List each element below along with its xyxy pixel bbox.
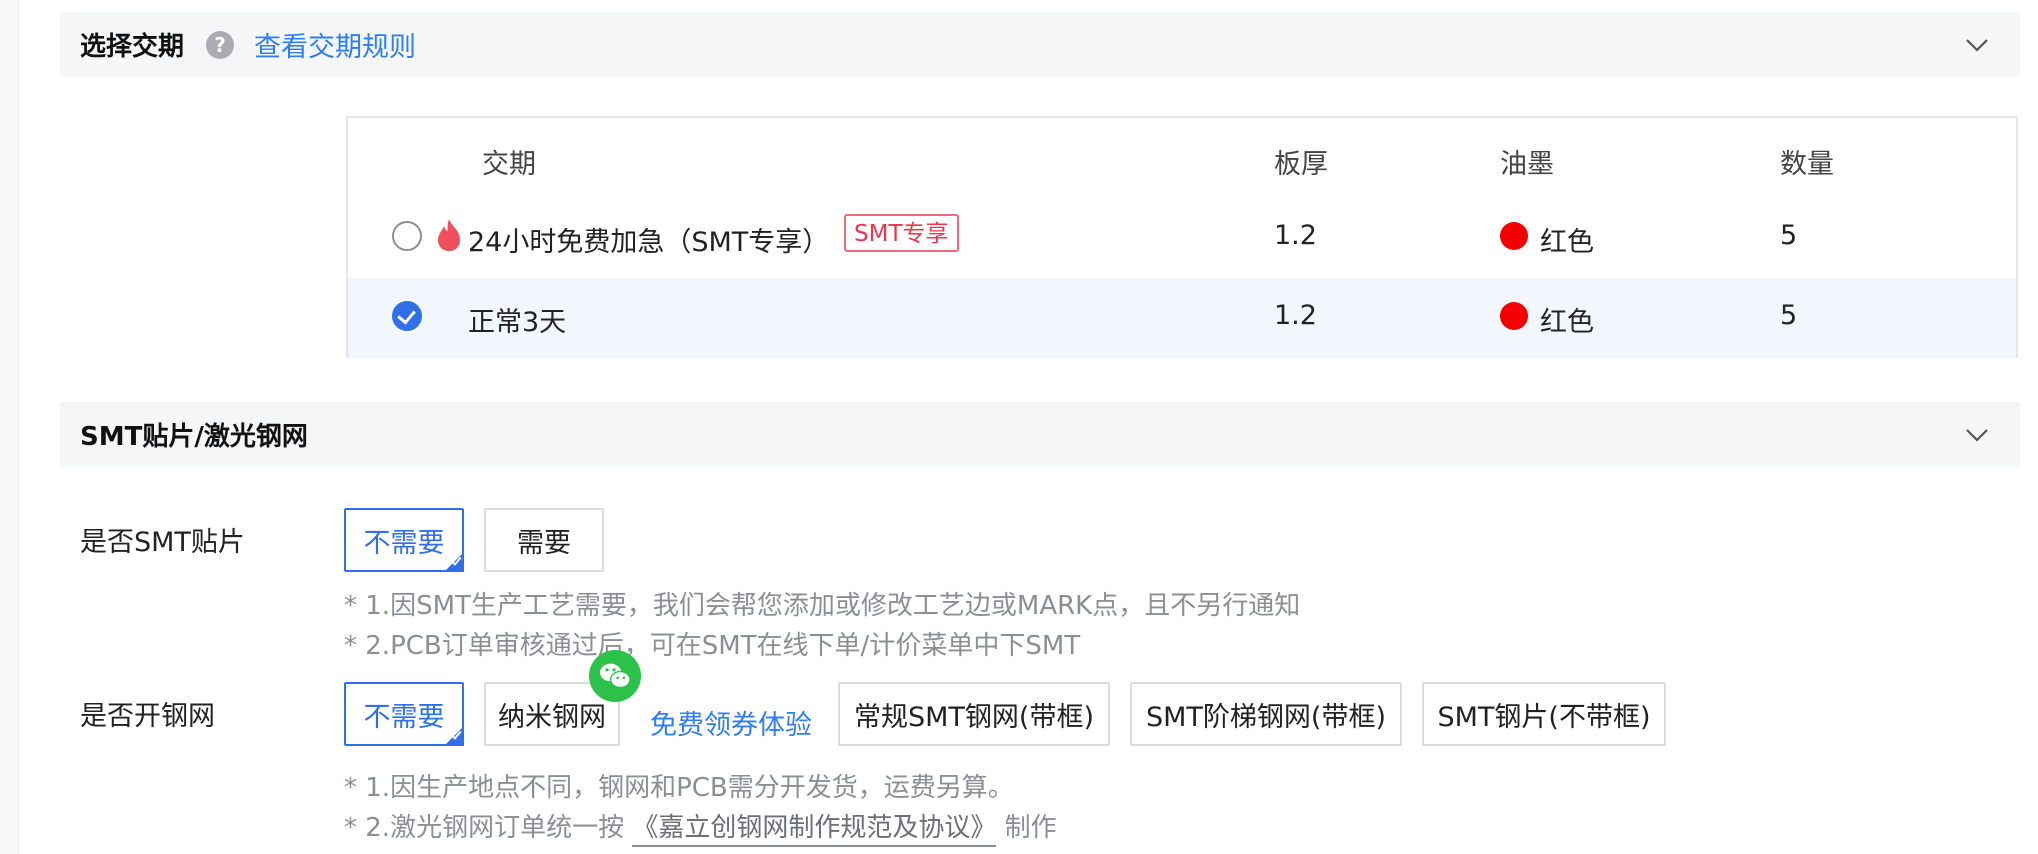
stencil-note-2-suffix: 制作 <box>1004 813 1057 843</box>
section-title: 选择交期 <box>80 32 185 62</box>
chevron-down-icon[interactable] <box>1966 34 1988 56</box>
flame-icon <box>438 219 460 251</box>
chevron-down-icon[interactable] <box>1966 424 1988 446</box>
stencil-note-1: * 1.因生产地点不同，钢网和PCB需分开发货，运费另算。 <box>344 773 1014 803</box>
stencil-note-2-prefix: * 2.激光钢网订单统一按 <box>344 813 625 843</box>
smt-option-not-needed[interactable]: 不需要 <box>344 508 464 572</box>
lead-time-row-normal[interactable]: 正常3天 1.2 红色 5 <box>348 278 2016 358</box>
stencil-note-2: * 2.激光钢网订单统一按 《嘉立创钢网制作规范及协议》 制作 <box>344 807 1057 847</box>
lead-time-row-express[interactable]: 24小时免费加急（SMT专享） SMT专享 1.2 红色 5 <box>348 198 2016 278</box>
stencil-agreement-link[interactable]: 《嘉立创钢网制作规范及协议》 <box>632 813 997 847</box>
radio-button[interactable] <box>392 221 422 251</box>
radio-button-checked[interactable] <box>392 301 422 331</box>
smt-note-2: * 2.PCB订单审核通过后，可在SMT在线下单/计价菜单中下SMT <box>344 631 1081 661</box>
thickness-value: 1.2 <box>1274 300 1317 331</box>
stencil-option-step-framed[interactable]: SMT阶梯钢网(带框) <box>1130 682 1402 746</box>
ink-color-swatch <box>1500 302 1528 330</box>
lead-time-rules-link[interactable]: 查看交期规则 <box>254 25 416 64</box>
column-header-lead-time: 交期 <box>482 149 536 180</box>
smt-option-needed[interactable]: 需要 <box>484 508 604 572</box>
stencil-option-sheet-frameless[interactable]: SMT钢片(不带框) <box>1422 682 1666 746</box>
stencil-label: 是否开钢网 <box>80 701 215 732</box>
quantity-value: 5 <box>1780 220 1798 251</box>
stencil-option-regular-framed[interactable]: 常规SMT钢网(带框) <box>838 682 1110 746</box>
smt-section-header[interactable]: SMT贴片/激光钢网 <box>60 402 2020 467</box>
ink-value: 红色 <box>1540 227 1594 258</box>
section-title: SMT贴片/激光钢网 <box>80 422 308 452</box>
column-header-quantity: 数量 <box>1780 149 1834 180</box>
column-header-thickness: 板厚 <box>1274 149 1328 180</box>
thickness-value: 1.2 <box>1274 220 1317 251</box>
stencil-option-not-needed[interactable]: 不需要 <box>344 682 464 746</box>
left-gutter <box>0 0 19 854</box>
smt-exclusive-badge: SMT专享 <box>844 214 959 252</box>
wechat-icon[interactable] <box>589 650 641 702</box>
smt-note-1: * 1.因SMT生产工艺需要，我们会帮您添加或修改工艺边或MARK点，且不另行通… <box>344 591 1301 621</box>
lead-time-label: 正常3天 <box>468 307 567 338</box>
lead-time-table: 交期 板厚 油墨 数量 24小时免费加急（SMT专享） SMT专享 1.2 红色… <box>346 116 2018 358</box>
lead-time-label: 24小时免费加急（SMT专享） <box>468 227 830 258</box>
smt-assembly-label: 是否SMT贴片 <box>80 527 245 558</box>
quantity-value: 5 <box>1780 300 1798 331</box>
column-header-ink: 油墨 <box>1500 149 1554 180</box>
lead-time-section-header[interactable]: 选择交期 ? 查看交期规则 <box>60 12 2020 77</box>
ink-color-swatch <box>1500 222 1528 250</box>
free-coupon-link[interactable]: 免费领券体验 <box>650 703 812 742</box>
question-icon[interactable]: ? <box>206 30 235 59</box>
ink-value: 红色 <box>1540 307 1594 338</box>
